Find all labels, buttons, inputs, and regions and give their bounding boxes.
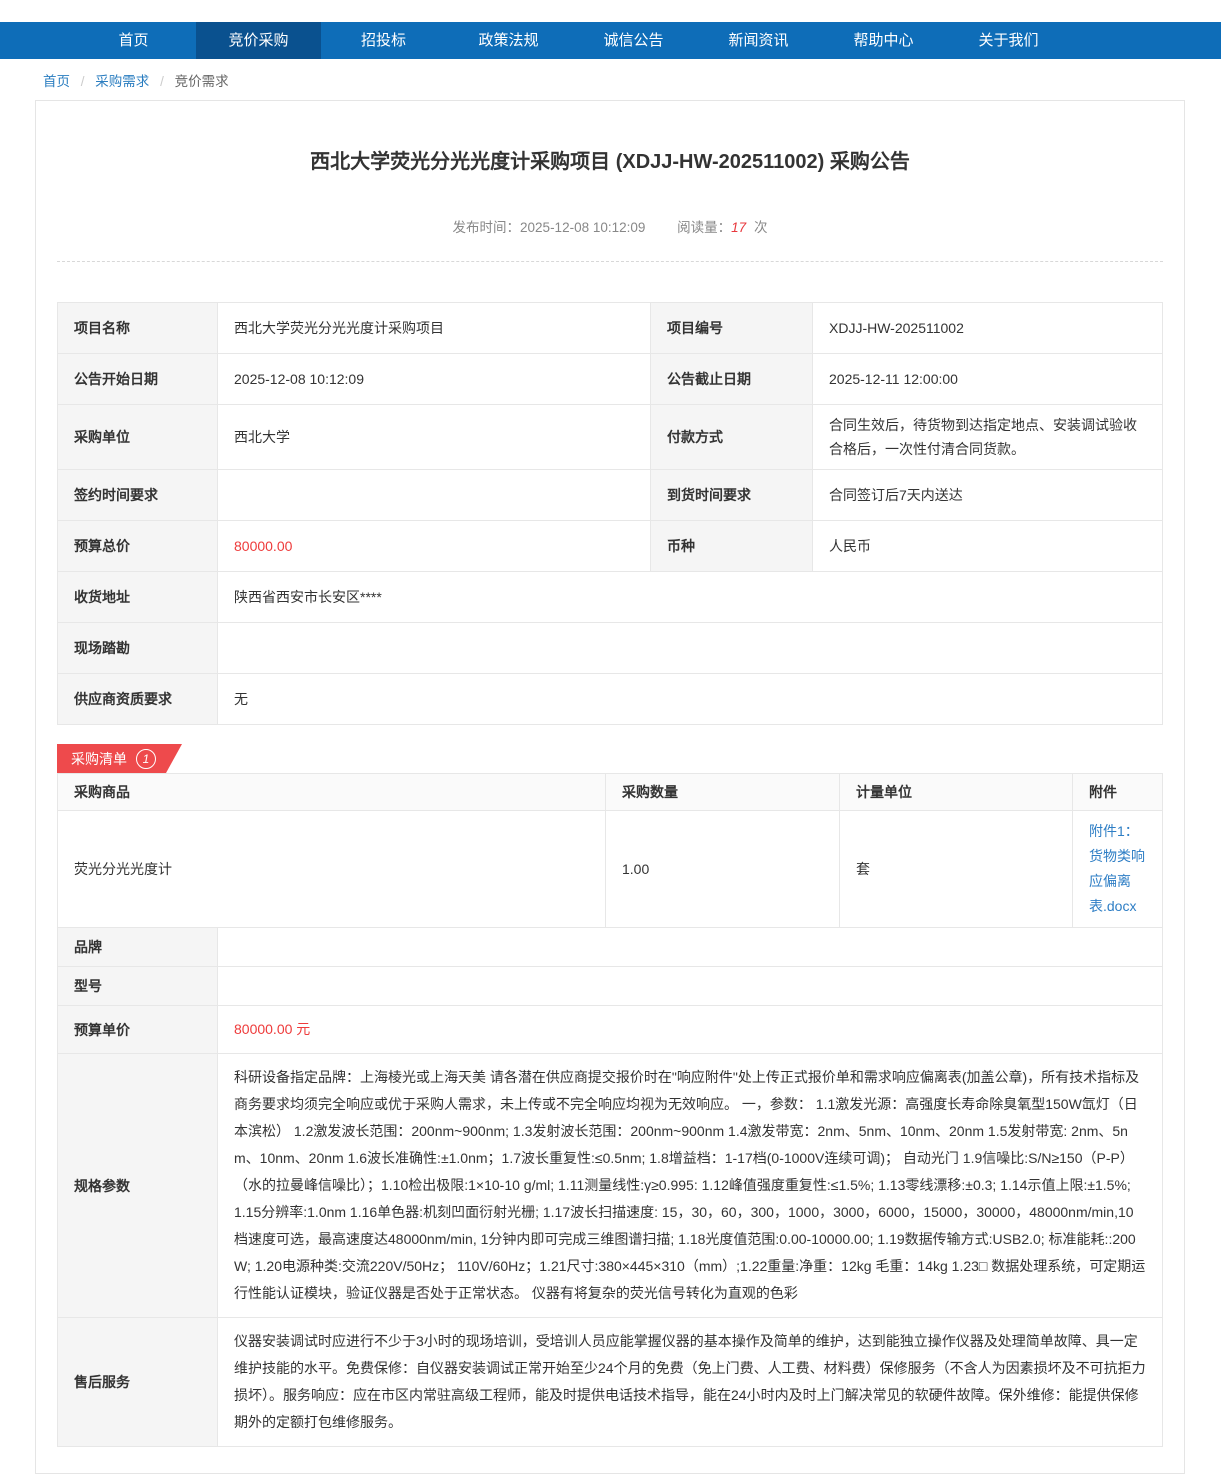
label-currency: 币种 [651, 521, 813, 572]
table-row: 签约时间要求 到货时间要求 合同签订后7天内送达 [58, 470, 1163, 521]
value-site-survey [218, 623, 1163, 674]
label-unit-budget-price: 预算单价 [58, 1006, 218, 1054]
read-count: 阅读量：17 次 [677, 220, 767, 235]
purchase-list-tag: 采购清单 1 [57, 744, 182, 773]
value-notice-start-date: 2025-12-08 10:12:09 [218, 354, 651, 405]
header-unit: 计量单位 [840, 774, 1073, 811]
table-row: 公告开始日期 2025-12-08 10:12:09 公告截止日期 2025-1… [58, 354, 1163, 405]
header-attachment: 附件 [1073, 774, 1163, 811]
table-row: 采购单位 西北大学 付款方式 合同生效后，待货物到达指定地点、安装调试验收合格后… [58, 405, 1163, 470]
value-notice-end-date: 2025-12-11 12:00:00 [813, 354, 1163, 405]
cell-product-name: 荧光分光光度计 [58, 811, 606, 928]
nav-item-bidding-purchase[interactable]: 竞价采购 [196, 22, 321, 59]
label-notice-start-date: 公告开始日期 [58, 354, 218, 405]
value-payment-method: 合同生效后，待货物到达指定地点、安装调试验收合格后，一次性付清合同货款。 [813, 405, 1163, 470]
breadcrumb-home-link[interactable]: 首页 [43, 74, 70, 89]
value-unit-budget-price: 80000.00 元 [218, 1006, 1163, 1054]
value-delivery-address: 陕西省西安市长安区**** [218, 572, 1163, 623]
label-notice-end-date: 公告截止日期 [651, 354, 813, 405]
table-row: 现场踏勘 [58, 623, 1163, 674]
value-supplier-qualification: 无 [218, 674, 1163, 725]
value-total-budget: 80000.00 [218, 521, 651, 572]
value-brand [218, 928, 1163, 967]
item-detail-table: 品牌 型号 预算单价 80000.00 元 规格参数 科研设备指定品牌：上海棱光… [57, 927, 1163, 1447]
purchase-list-tag-label: 采购清单 [71, 749, 127, 769]
label-brand: 品牌 [58, 928, 218, 967]
label-signing-time: 签约时间要求 [58, 470, 218, 521]
cell-quantity: 1.00 [606, 811, 840, 928]
label-project-number: 项目编号 [651, 303, 813, 354]
purchase-list-table: 采购商品 采购数量 计量单位 附件 荧光分光光度计 1.00 套 附件1：货物类… [57, 773, 1163, 928]
nav-item-help-center[interactable]: 帮助中心 [821, 22, 946, 59]
value-project-name: 西北大学荧光分光光度计采购项目 [218, 303, 651, 354]
nav-item-tender[interactable]: 招投标 [321, 22, 446, 59]
cell-attachment: 附件1：货物类响应偏离表.docx [1073, 811, 1163, 928]
label-model: 型号 [58, 967, 218, 1006]
table-header-row: 采购商品 采购数量 计量单位 附件 [58, 774, 1163, 811]
purchase-list-tag-wrap: 采购清单 1 [57, 744, 1163, 773]
table-row: 售后服务 仪器安装调试时应进行不少于3小时的现场培训，受培训人员应能掌握仪器的基… [58, 1318, 1163, 1447]
title-section: 西北大学荧光分光光度计采购项目 (XDJJ-HW-202511002) 采购公告… [57, 101, 1163, 262]
label-specifications: 规格参数 [58, 1054, 218, 1318]
page-title: 西北大学荧光分光光度计采购项目 (XDJJ-HW-202511002) 采购公告 [67, 145, 1153, 174]
table-row: 收货地址 陕西省西安市长安区**** [58, 572, 1163, 623]
table-row: 预算单价 80000.00 元 [58, 1006, 1163, 1054]
table-row: 供应商资质要求 无 [58, 674, 1163, 725]
label-total-budget: 预算总价 [58, 521, 218, 572]
label-supplier-qualification: 供应商资质要求 [58, 674, 218, 725]
project-info-table: 项目名称 西北大学荧光分光光度计采购项目 项目编号 XDJJ-HW-202511… [57, 302, 1163, 725]
read-count-value: 17 [731, 220, 746, 235]
label-delivery-time: 到货时间要求 [651, 470, 813, 521]
value-specifications: 科研设备指定品牌：上海棱光或上海天美 请各潜在供应商提交报价时在"响应附件"处上… [218, 1054, 1163, 1318]
label-delivery-address: 收货地址 [58, 572, 218, 623]
label-site-survey: 现场踏勘 [58, 623, 218, 674]
cell-unit: 套 [840, 811, 1073, 928]
table-row: 型号 [58, 967, 1163, 1006]
value-after-sales-service: 仪器安装调试时应进行不少于3小时的现场培训，受培训人员应能掌握仪器的基本操作及简… [218, 1318, 1163, 1447]
value-delivery-time: 合同签订后7天内送达 [813, 470, 1163, 521]
breadcrumb-current: 竞价需求 [175, 74, 229, 89]
breadcrumb-separator: / [81, 74, 85, 89]
announcement-card: 西北大学荧光分光光度计采购项目 (XDJJ-HW-202511002) 采购公告… [35, 100, 1185, 1474]
breadcrumb-purchase-demand-link[interactable]: 采购需求 [95, 74, 149, 89]
breadcrumb-separator: / [160, 74, 164, 89]
label-after-sales-service: 售后服务 [58, 1318, 218, 1447]
table-row: 项目名称 西北大学荧光分光光度计采购项目 项目编号 XDJJ-HW-202511… [58, 303, 1163, 354]
label-purchase-unit: 采购单位 [58, 405, 218, 470]
value-purchase-unit: 西北大学 [218, 405, 651, 470]
table-row: 荧光分光光度计 1.00 套 附件1：货物类响应偏离表.docx [58, 811, 1163, 928]
value-signing-time [218, 470, 651, 521]
purchase-list-count-badge: 1 [136, 749, 156, 769]
nav-item-integrity-notice[interactable]: 诚信公告 [571, 22, 696, 59]
breadcrumb: 首页 / 采购需求 / 竞价需求 [0, 59, 1221, 100]
nav-item-about-us[interactable]: 关于我们 [946, 22, 1071, 59]
publish-info-line: 发布时间：2025-12-08 10:12:09 阅读量：17 次 [67, 216, 1153, 236]
nav-item-news[interactable]: 新闻资讯 [696, 22, 821, 59]
label-payment-method: 付款方式 [651, 405, 813, 470]
table-row: 规格参数 科研设备指定品牌：上海棱光或上海天美 请各潜在供应商提交报价时在"响应… [58, 1054, 1163, 1318]
attachment-link[interactable]: 附件1：货物类响应偏离表.docx [1089, 819, 1146, 919]
table-row: 品牌 [58, 928, 1163, 967]
table-row: 预算总价 80000.00 币种 人民币 [58, 521, 1163, 572]
value-currency: 人民币 [813, 521, 1163, 572]
nav-item-policies[interactable]: 政策法规 [446, 22, 571, 59]
value-model [218, 967, 1163, 1006]
header-quantity: 采购数量 [606, 774, 840, 811]
value-project-number: XDJJ-HW-202511002 [813, 303, 1163, 354]
top-navbar: 首页 竞价采购 招投标 政策法规 诚信公告 新闻资讯 帮助中心 关于我们 [0, 22, 1221, 59]
publish-time: 发布时间：2025-12-08 10:12:09 [453, 220, 646, 235]
label-project-name: 项目名称 [58, 303, 218, 354]
nav-item-home[interactable]: 首页 [71, 22, 196, 59]
header-product: 采购商品 [58, 774, 606, 811]
